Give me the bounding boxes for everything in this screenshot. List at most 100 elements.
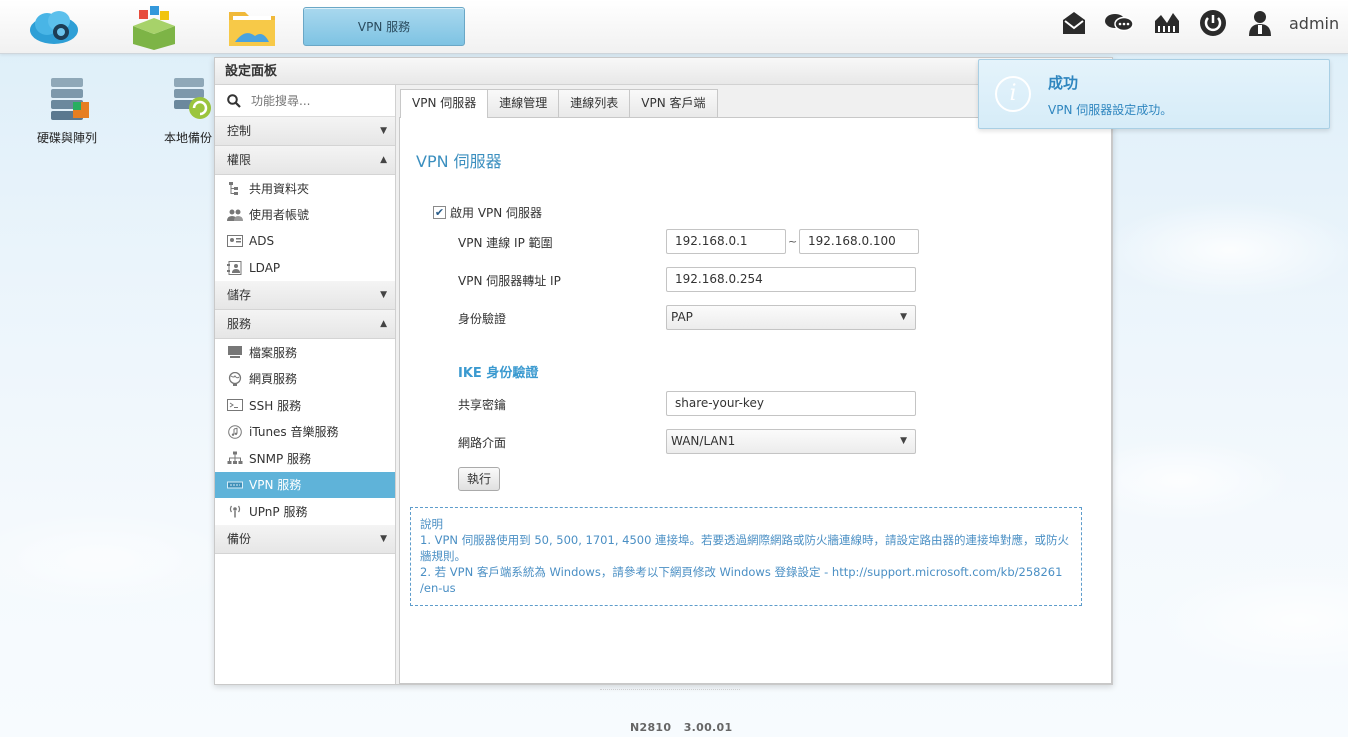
section-label: 權限: [227, 153, 252, 167]
sidebar-item-snmp-services[interactable]: SNMP 服務: [215, 445, 395, 472]
ip-range-end-input[interactable]: 192.168.0.100: [799, 229, 919, 254]
sidebar-section-control[interactable]: 控制 ▼: [215, 117, 395, 146]
chevron-down-icon: ▼: [380, 126, 387, 136]
notes-heading: 說明: [420, 517, 443, 531]
settings-panel: 設定面板 控制 ▼ 權限 ▲ 共用資料夾 使用者帳號 ADS LDAP: [214, 57, 1113, 685]
search-input[interactable]: [251, 93, 391, 108]
mail-icon[interactable]: [1060, 9, 1088, 37]
sidebar-section-backup[interactable]: 備份 ▼: [215, 524, 395, 554]
file-manager-icon[interactable]: [225, 4, 279, 50]
sidebar-item-upnp-services[interactable]: UPnP 服務: [215, 498, 395, 525]
chevron-down-icon: ▼: [900, 312, 907, 322]
search-icon: [227, 93, 241, 108]
sidebar-item-vpn-services[interactable]: VPN 服務: [215, 471, 395, 498]
sidebar-item-label: LDAP: [249, 260, 281, 275]
vpn-icon: [227, 477, 243, 493]
app-center-icon[interactable]: [127, 4, 181, 50]
tab-connection-list[interactable]: 連線列表: [558, 89, 631, 117]
sidebar-item-ads[interactable]: ADS: [215, 228, 395, 255]
file-service-icon: [227, 344, 243, 360]
terminal-icon: [227, 397, 243, 413]
users-icon: [227, 207, 243, 223]
function-search: [215, 85, 395, 117]
enable-vpn-label: 啟用 VPN 伺服器: [450, 206, 543, 220]
sidebar-section-storage[interactable]: 儲存 ▼: [215, 281, 395, 310]
firmware-version: N2810 3.00.01: [630, 721, 733, 734]
antenna-icon: [227, 503, 243, 519]
info-icon: i: [995, 76, 1031, 112]
auth-label: 身份驗證: [458, 312, 507, 326]
enable-vpn-checkbox[interactable]: ✔: [433, 206, 446, 219]
dock-shadow: [600, 684, 740, 690]
vpn-task-button[interactable]: VPN 服務: [303, 7, 465, 46]
sidebar-item-user-accounts[interactable]: 使用者帳號: [215, 202, 395, 229]
user-icon[interactable]: [1246, 9, 1274, 37]
cloud-app-icon[interactable]: [27, 4, 81, 50]
sidebar-section-services[interactable]: 服務 ▲: [215, 310, 395, 339]
ip-range-label: VPN 連線 IP 範圍: [458, 236, 553, 250]
sidebar-item-web-services[interactable]: 網頁服務: [215, 366, 395, 393]
section-label: 控制: [227, 124, 252, 138]
globe-icon: [227, 371, 243, 387]
section-title: VPN 伺服器: [416, 152, 502, 171]
content-area: VPN 伺服器 連線管理 連線列表 VPN 客戶端 VPN 伺服器 ✔ 啟用 V…: [399, 89, 1112, 684]
section-label: 服務: [227, 317, 252, 331]
psk-input[interactable]: share-your-key: [666, 391, 916, 416]
folder-tree-icon: [227, 180, 243, 196]
success-notification[interactable]: i 成功 VPN 伺服器設定成功。: [978, 59, 1330, 129]
user-name-label[interactable]: admin: [1289, 14, 1339, 33]
sidebar-item-itunes-services[interactable]: iTunes 音樂服務: [215, 419, 395, 446]
server-ip-input[interactable]: 192.168.0.254: [666, 267, 916, 292]
sidebar-item-file-services[interactable]: 檔案服務: [215, 339, 395, 366]
chevron-down-icon: ▼: [900, 436, 907, 446]
ike-auth-title: IKE 身份驗證: [458, 366, 539, 381]
desktop-shortcut-disks[interactable]: 硬碟與陣列: [27, 74, 107, 146]
disk-array-icon: [51, 78, 89, 120]
sidebar-section-permissions[interactable]: 權限 ▲: [215, 146, 395, 175]
notes-box: 說明 1. VPN 伺服器使用到 50, 500, 1701, 4500 連接埠…: [410, 507, 1082, 606]
chevron-up-icon: ▲: [380, 319, 387, 329]
auth-select[interactable]: PAP ▼: [666, 305, 916, 330]
sidebar-item-ldap[interactable]: LDAP: [215, 255, 395, 282]
tab-connection-management[interactable]: 連線管理: [487, 89, 560, 117]
id-card-icon: [227, 233, 243, 249]
notes-line-1: 1. VPN 伺服器使用到 50, 500, 1701, 4500 連接埠。若要…: [420, 533, 1070, 563]
psk-label: 共享密鑰: [458, 398, 507, 412]
sidebar-item-label: 檔案服務: [249, 345, 298, 360]
sidebar-item-label: iTunes 音樂服務: [249, 425, 339, 440]
tab-vpn-client[interactable]: VPN 客戶端: [629, 89, 718, 117]
sidebar-item-label: VPN 服務: [249, 478, 302, 493]
network-tree-icon: [227, 450, 243, 466]
execute-button[interactable]: 執行: [458, 467, 500, 491]
enable-vpn-row[interactable]: ✔ 啟用 VPN 伺服器: [433, 204, 542, 221]
sidebar-item-label: UPnP 服務: [249, 504, 308, 519]
interface-select-value: WAN/LAN1: [671, 434, 736, 448]
range-separator: ~: [788, 235, 798, 248]
interface-label: 網路介面: [458, 436, 507, 450]
sidebar-item-shared-folders[interactable]: 共用資料夾: [215, 175, 395, 202]
top-bar: VPN 服務 admin: [0, 0, 1348, 54]
interface-select[interactable]: WAN/LAN1 ▼: [666, 429, 916, 454]
music-note-icon: [227, 424, 243, 440]
chat-icon[interactable]: [1104, 9, 1134, 37]
chevron-up-icon: ▲: [380, 155, 387, 165]
section-label: 備份: [227, 531, 252, 546]
section-label: 儲存: [227, 288, 252, 302]
sidebar-item-label: SNMP 服務: [249, 451, 311, 466]
auth-select-value: PAP: [671, 310, 693, 324]
sidebar-item-label: 使用者帳號: [249, 208, 310, 223]
vpn-server-form: VPN 伺服器 ✔ 啟用 VPN 伺服器 VPN 連線 IP 範圍 192.16…: [399, 117, 1112, 684]
directory-icon: [227, 260, 243, 276]
notification-title: 成功: [1048, 74, 1079, 92]
local-backup-icon: [174, 78, 211, 119]
sidebar-item-label: 共用資料夾: [249, 181, 310, 196]
tab-vpn-server[interactable]: VPN 伺服器: [400, 89, 489, 118]
power-icon[interactable]: [1199, 9, 1227, 37]
server-ip-label: VPN 伺服器轉址 IP: [458, 274, 561, 288]
system-monitor-icon[interactable]: [1153, 9, 1181, 37]
settings-sidebar: 控制 ▼ 權限 ▲ 共用資料夾 使用者帳號 ADS LDAP 儲存 ▼ 服務: [215, 85, 396, 684]
notes-line-2: 2. 若 VPN 客戶端系統為 Windows，請參考以下網頁修改 Window…: [420, 565, 1063, 595]
sidebar-item-ssh-services[interactable]: SSH 服務: [215, 392, 395, 419]
ip-range-start-input[interactable]: 192.168.0.1: [666, 229, 786, 254]
notification-message: VPN 伺服器設定成功。: [1048, 103, 1173, 117]
